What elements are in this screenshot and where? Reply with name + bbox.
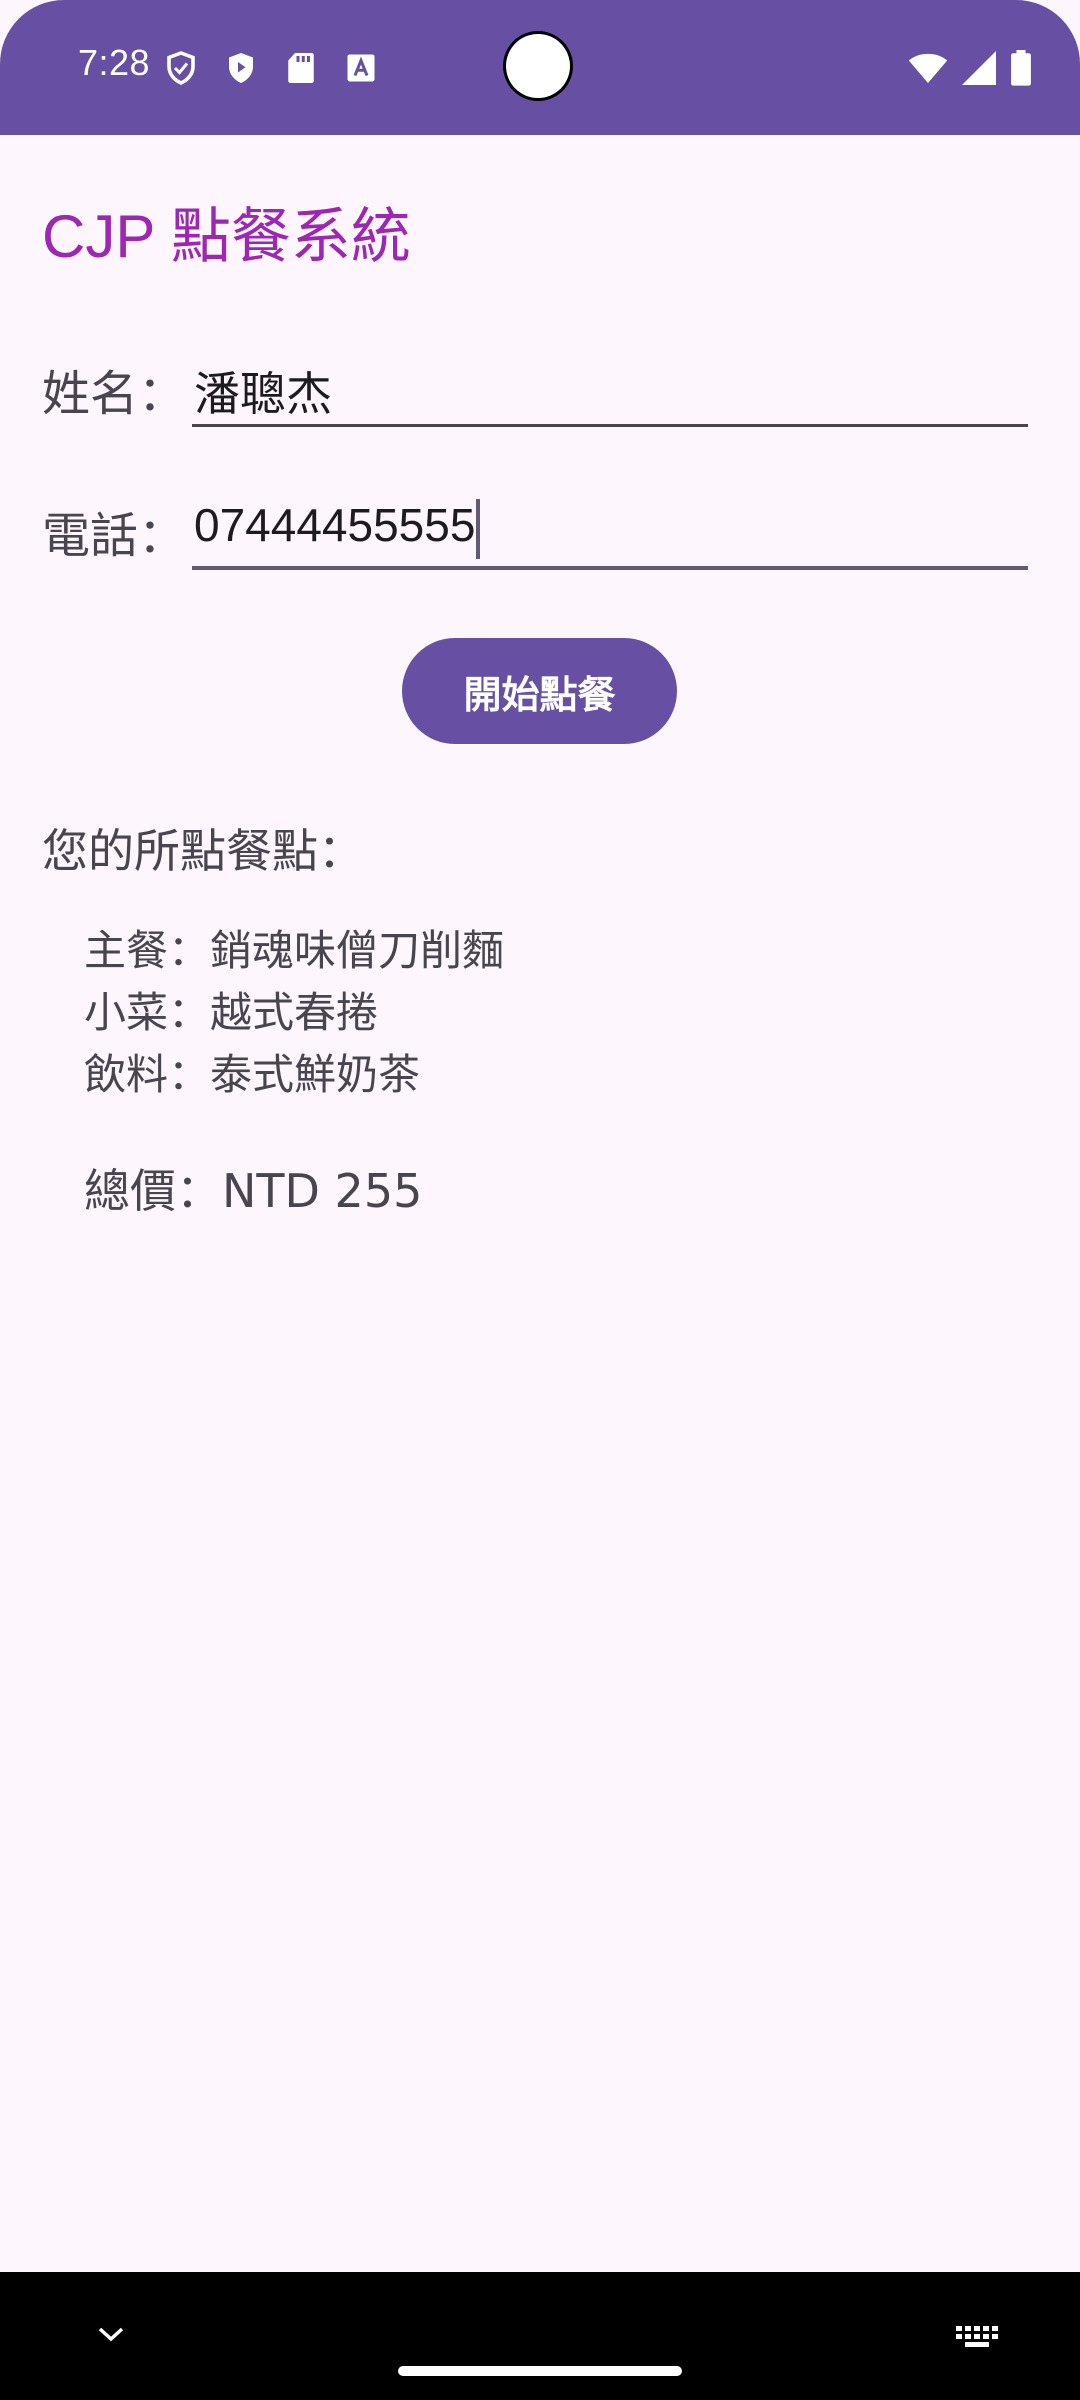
status-time: 7:28 (78, 42, 151, 83)
battery-icon (1010, 50, 1032, 86)
total-label: 總價： (84, 1164, 222, 1218)
camera-cutout (506, 34, 570, 98)
screen: 7:28 CJP 點餐系統 姓名： 潘聰杰 電話： 07444455555 開始… (0, 0, 1080, 2400)
play-protect-icon (223, 50, 259, 86)
phone-field[interactable]: 07444455555 (192, 494, 1028, 570)
chevron-down-icon[interactable] (96, 2324, 126, 2348)
status-icons-left (163, 50, 379, 86)
list-item: 飲料：泰式鮮奶茶 (84, 1044, 504, 1106)
list-item: 主餐：銷魂味僧刀削麵 (84, 920, 504, 982)
order-item-category: 主餐： (84, 926, 211, 975)
status-icons-right (908, 50, 1032, 86)
name-row: 姓名： 潘聰杰 (42, 346, 1028, 442)
phone-label: 電話： (42, 508, 187, 564)
wifi-icon (908, 51, 948, 85)
status-bar: 7:28 (0, 0, 1080, 135)
text-a-icon (343, 50, 379, 86)
order-item-name: 銷魂味僧刀削麵 (210, 926, 505, 975)
shield-outline-icon (163, 50, 199, 86)
order-heading: 您的所點餐點： (42, 824, 364, 878)
phone-value: 07444455555 (194, 499, 476, 551)
text-cursor (476, 498, 481, 559)
start-order-button[interactable]: 開始點餐 (402, 638, 677, 744)
name-label: 姓名： (42, 366, 187, 422)
name-field[interactable]: 潘聰杰 (192, 352, 1028, 427)
total-value: NTD 255 (222, 1164, 423, 1218)
phone-value-wrap: 07444455555 (194, 498, 481, 559)
order-item-category: 飲料： (84, 1050, 211, 1099)
order-item-name: 泰式鮮奶茶 (210, 1050, 421, 1099)
sd-card-icon (283, 50, 319, 86)
order-list: 主餐：銷魂味僧刀削麵 小菜：越式春捲 飲料：泰式鮮奶茶 (84, 920, 504, 1106)
app-title: CJP 點餐系統 (42, 203, 411, 270)
phone-row: 電話： 07444455555 (42, 488, 1028, 584)
order-item-category: 小菜： (84, 988, 211, 1037)
navigation-bar (0, 2272, 1080, 2400)
list-item: 小菜：越式春捲 (84, 982, 504, 1044)
total-row: 總價：NTD 255 (84, 1155, 422, 1221)
order-item-name: 越式春捲 (210, 988, 379, 1037)
home-handle[interactable] (398, 2366, 682, 2376)
name-value: 潘聰杰 (194, 368, 332, 420)
cell-signal-icon (962, 51, 996, 85)
keyboard-icon[interactable] (954, 2324, 1000, 2354)
